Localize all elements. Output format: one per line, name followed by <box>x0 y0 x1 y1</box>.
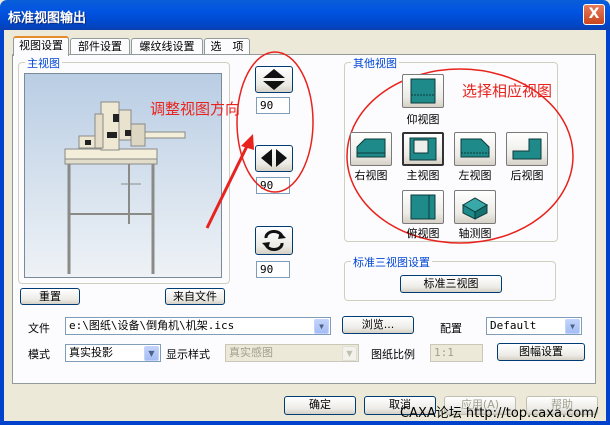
file-label: 文件 <box>28 322 50 335</box>
annotation-choose-text: 选择相应视图 <box>462 82 553 100</box>
view-top-down-icon <box>410 194 436 220</box>
view-button-back[interactable] <box>506 132 548 166</box>
view-front-icon <box>409 137 437 161</box>
close-icon[interactable]: X <box>583 4 605 25</box>
config-label: 配置 <box>440 322 462 335</box>
window-title: 标准视图输出 <box>8 11 87 26</box>
dropdown-arrow-icon[interactable]: ▼ <box>565 319 580 334</box>
title-bar: 标准视图输出 X <box>0 0 610 30</box>
mode-select[interactable]: 真实投影 ▼ <box>65 344 161 362</box>
config-select[interactable]: Default ▼ <box>486 317 582 335</box>
annotation-ellipse-left <box>236 51 314 193</box>
view-bottom-up-icon <box>410 78 436 104</box>
standard-three-views-group-label: 标准三视图设置 <box>351 254 432 270</box>
view-label-right: 右视图 <box>354 169 388 182</box>
view-label-front: 主视图 <box>406 169 440 182</box>
view-label-bottom-up: 仰视图 <box>406 113 440 126</box>
view-label-back: 后视图 <box>510 169 544 182</box>
reset-button[interactable]: 重置 <box>20 288 80 305</box>
display-style-value: 真实感图 <box>229 346 273 359</box>
view-button-top-down[interactable] <box>402 190 444 224</box>
standard-three-views-button[interactable]: 标准三视图 <box>400 275 502 293</box>
window-frame-right <box>606 30 610 425</box>
view-button-right[interactable] <box>350 132 392 166</box>
view-button-front[interactable] <box>402 132 444 166</box>
annotation-arrow <box>205 141 251 229</box>
file-path-value: e:\图纸\设备\倒角机\机架.ics <box>69 319 235 332</box>
view-isometric-icon <box>462 197 488 220</box>
annotation-adjust-text: 调整视图方向 <box>150 100 241 118</box>
main-view-group-label: 主视图 <box>25 55 62 71</box>
ok-button[interactable]: 确定 <box>284 396 356 415</box>
view-left-icon <box>460 138 490 158</box>
display-style-select: 真实感图 ▼ <box>225 344 359 362</box>
view-button-left[interactable] <box>454 132 496 166</box>
scale-label: 图纸比例 <box>371 348 415 361</box>
dropdown-arrow-icon[interactable]: ▼ <box>314 319 329 334</box>
view-button-isometric[interactable] <box>454 190 496 224</box>
annotation-overlay-left <box>205 51 314 229</box>
display-style-label: 显示样式 <box>166 348 210 361</box>
view-label-top-down: 俯视图 <box>406 227 440 240</box>
config-value: Default <box>490 319 537 332</box>
view-button-bottom-up[interactable] <box>402 74 444 108</box>
file-path-select[interactable]: e:\图纸\设备\倒角机\机架.ics ▼ <box>65 317 331 335</box>
view-label-left: 左视图 <box>458 169 492 182</box>
forum-watermark: CAXA论坛 http://top.caxa.com/ <box>400 406 599 421</box>
view-right-icon <box>356 138 386 158</box>
window-frame-bottom <box>0 421 610 425</box>
browse-button[interactable]: 浏览... <box>342 316 414 334</box>
from-file-button[interactable]: 来自文件 <box>165 288 225 305</box>
tab-part-settings[interactable]: 部件设置 <box>70 38 130 55</box>
window-frame-left <box>0 30 4 425</box>
sheet-settings-button[interactable]: 图幅设置 <box>497 343 585 361</box>
view-label-isometric: 轴测图 <box>458 227 492 240</box>
scale-input: 1:1 <box>430 344 483 362</box>
spin-angle-input[interactable]: 90 <box>256 261 290 278</box>
tab-thread-settings[interactable]: 螺纹线设置 <box>131 38 203 55</box>
annotation-arrowhead <box>241 134 254 150</box>
dropdown-arrow-icon: ▼ <box>342 346 357 361</box>
mode-label: 模式 <box>28 348 50 361</box>
mode-value: 真实投影 <box>69 346 113 359</box>
dropdown-arrow-icon[interactable]: ▼ <box>144 346 159 361</box>
view-back-icon <box>512 138 542 160</box>
tab-view-settings[interactable]: 视图设置 <box>13 36 69 56</box>
